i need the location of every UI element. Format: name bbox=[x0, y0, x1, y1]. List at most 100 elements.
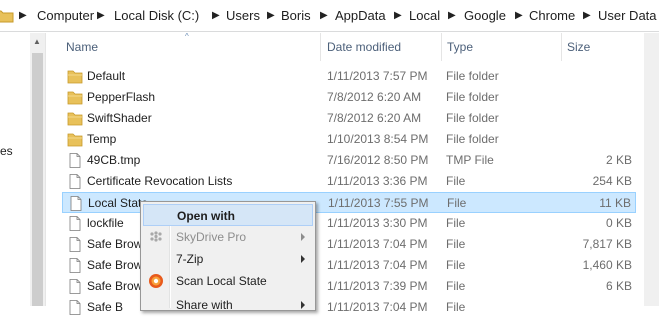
file-type: File bbox=[446, 279, 466, 293]
column-header-type[interactable]: Type bbox=[447, 33, 473, 61]
breadcrumb-users[interactable]: Users bbox=[226, 8, 260, 24]
breadcrumb-separator[interactable]: ▶ bbox=[515, 8, 523, 24]
file-row[interactable]: Default 1/11/2013 7:57 PM File folder bbox=[62, 66, 636, 87]
file-date-modified: 1/11/2013 7:04 PM bbox=[327, 300, 428, 314]
file-size: 6 KB bbox=[605, 279, 632, 293]
submenu-arrow-icon bbox=[301, 301, 305, 309]
breadcrumb-user-data[interactable]: User Data bbox=[598, 8, 657, 24]
file-type: File folder bbox=[446, 111, 499, 125]
column-header-name[interactable]: Name bbox=[66, 33, 98, 61]
file-icon bbox=[69, 237, 81, 252]
file-name: Safe B bbox=[87, 300, 124, 314]
breadcrumb-separator[interactable]: ▶ bbox=[212, 8, 220, 24]
file-date-modified: 1/11/2013 7:04 PM bbox=[327, 237, 428, 251]
file-name: PepperFlash bbox=[87, 90, 156, 104]
column-divider[interactable] bbox=[320, 33, 321, 61]
breadcrumb-google[interactable]: Google bbox=[464, 8, 506, 24]
file-list-scrollbar[interactable] bbox=[644, 33, 659, 306]
file-size: 254 KB bbox=[592, 174, 632, 188]
file-type: File bbox=[446, 174, 466, 188]
file-icon bbox=[69, 300, 81, 315]
file-type: File bbox=[447, 196, 467, 210]
breadcrumb-separator[interactable]: ▶ bbox=[320, 8, 328, 24]
file-type: TMP File bbox=[446, 153, 494, 167]
nav-scrollbar[interactable]: ▲ bbox=[30, 33, 45, 306]
file-icon bbox=[69, 153, 81, 168]
file-date-modified: 1/10/2013 8:54 PM bbox=[327, 132, 429, 146]
file-name: Temp bbox=[87, 132, 117, 146]
menu-item-label: Share with bbox=[176, 298, 233, 312]
column-header-size[interactable]: Size bbox=[567, 33, 590, 61]
context-menu: Open with SkyDrive Pro 7-Zip Scan Local … bbox=[140, 201, 316, 312]
menu-item-share-with[interactable]: Share with bbox=[143, 294, 313, 316]
breadcrumb-local-disk[interactable]: Local Disk (C:) bbox=[114, 8, 199, 24]
file-date-modified: 1/11/2013 3:36 PM bbox=[327, 174, 428, 188]
file-size: 7,817 KB bbox=[582, 237, 632, 251]
antivirus-scan-icon bbox=[149, 274, 163, 288]
file-type: File bbox=[446, 216, 466, 230]
file-size: 0 KB bbox=[605, 216, 632, 230]
folder-icon bbox=[67, 133, 83, 147]
file-row[interactable]: Certificate Revocation Lists 1/11/2013 3:… bbox=[62, 171, 636, 192]
folder-icon bbox=[67, 112, 83, 126]
file-type: File bbox=[446, 258, 466, 272]
column-header-date-modified[interactable]: Date modified bbox=[327, 33, 401, 61]
breadcrumb-separator[interactable]: ▶ bbox=[97, 8, 105, 24]
breadcrumb-separator[interactable]: ▶ bbox=[448, 8, 456, 24]
file-name: SwiftShader bbox=[87, 111, 152, 125]
file-name: 49CB.tmp bbox=[87, 153, 141, 167]
file-row[interactable]: SwiftShader 7/8/2012 6:20 AM File folder bbox=[62, 108, 636, 129]
scroll-up-icon[interactable]: ▲ bbox=[33, 37, 41, 46]
column-divider[interactable] bbox=[561, 33, 562, 61]
breadcrumb-computer[interactable]: Computer bbox=[37, 8, 94, 24]
file-icon bbox=[69, 216, 81, 231]
file-row[interactable]: Temp 1/10/2013 8:54 PM File folder bbox=[62, 129, 636, 150]
breadcrumb-chrome[interactable]: Chrome bbox=[529, 8, 575, 24]
file-date-modified: 1/11/2013 3:30 PM bbox=[327, 216, 428, 230]
file-date-modified: 1/11/2013 7:57 PM bbox=[327, 69, 428, 83]
file-name: lockfile bbox=[87, 216, 124, 230]
menu-item-skydrive-pro[interactable]: SkyDrive Pro bbox=[143, 226, 313, 248]
navigation-pane[interactable]: es ▲ bbox=[0, 33, 46, 306]
file-date-modified: 1/11/2013 7:04 PM bbox=[327, 258, 428, 272]
breadcrumb-appdata[interactable]: AppData bbox=[335, 8, 386, 24]
file-name: Default bbox=[87, 69, 126, 83]
file-date-modified: 1/11/2013 7:39 PM bbox=[327, 279, 428, 293]
file-row[interactable]: PepperFlash 7/8/2012 6:20 AM File folder bbox=[62, 87, 636, 108]
folder-icon bbox=[67, 91, 83, 105]
file-size: 11 KB bbox=[599, 196, 631, 210]
file-date-modified: 7/8/2012 6:20 AM bbox=[327, 90, 422, 104]
file-icon bbox=[69, 279, 81, 294]
file-type: File folder bbox=[446, 90, 499, 104]
breadcrumb-boris[interactable]: Boris bbox=[281, 8, 311, 24]
file-name: Certificate Revocation Lists bbox=[87, 174, 233, 188]
nav-item-label[interactable]: es bbox=[0, 144, 13, 158]
breadcrumb-separator[interactable]: ▶ bbox=[394, 8, 402, 24]
menu-item-label: 7-Zip bbox=[176, 252, 204, 266]
address-bar[interactable]: ▶ Computer ▶ Local Disk (C:) ▶ Users ▶ B… bbox=[0, 0, 659, 32]
breadcrumb-local[interactable]: Local bbox=[409, 8, 440, 24]
file-date-modified: 7/8/2012 6:20 AM bbox=[327, 111, 422, 125]
menu-item-label: Open with bbox=[177, 209, 235, 223]
file-size: 1,460 KB bbox=[582, 258, 632, 272]
submenu-arrow-icon bbox=[301, 255, 305, 263]
file-type: File folder bbox=[446, 69, 499, 83]
breadcrumb-separator[interactable]: ▶ bbox=[267, 8, 275, 24]
sort-ascending-icon: ^ bbox=[185, 32, 189, 41]
submenu-arrow-icon bbox=[301, 233, 305, 241]
file-type: File bbox=[446, 300, 466, 314]
menu-item-open-with[interactable]: Open with bbox=[143, 204, 313, 226]
nav-scrollbar-thumb[interactable] bbox=[32, 53, 43, 306]
breadcrumb-separator[interactable]: ▶ bbox=[19, 8, 27, 24]
file-row[interactable]: 49CB.tmp 7/16/2012 8:50 PM TMP File 2 KB bbox=[62, 150, 636, 171]
file-type: File folder bbox=[446, 132, 499, 146]
breadcrumb-separator[interactable]: ▶ bbox=[583, 8, 591, 24]
file-type: File bbox=[446, 237, 466, 251]
menu-item-label: Scan Local State bbox=[176, 274, 267, 288]
file-date-modified: 7/16/2012 8:50 PM bbox=[327, 153, 429, 167]
file-size: 2 KB bbox=[605, 153, 632, 167]
folder-icon bbox=[0, 10, 14, 23]
menu-item-scan[interactable]: Scan Local State bbox=[143, 270, 313, 292]
menu-item-7zip[interactable]: 7-Zip bbox=[143, 248, 313, 270]
column-divider[interactable] bbox=[441, 33, 442, 61]
